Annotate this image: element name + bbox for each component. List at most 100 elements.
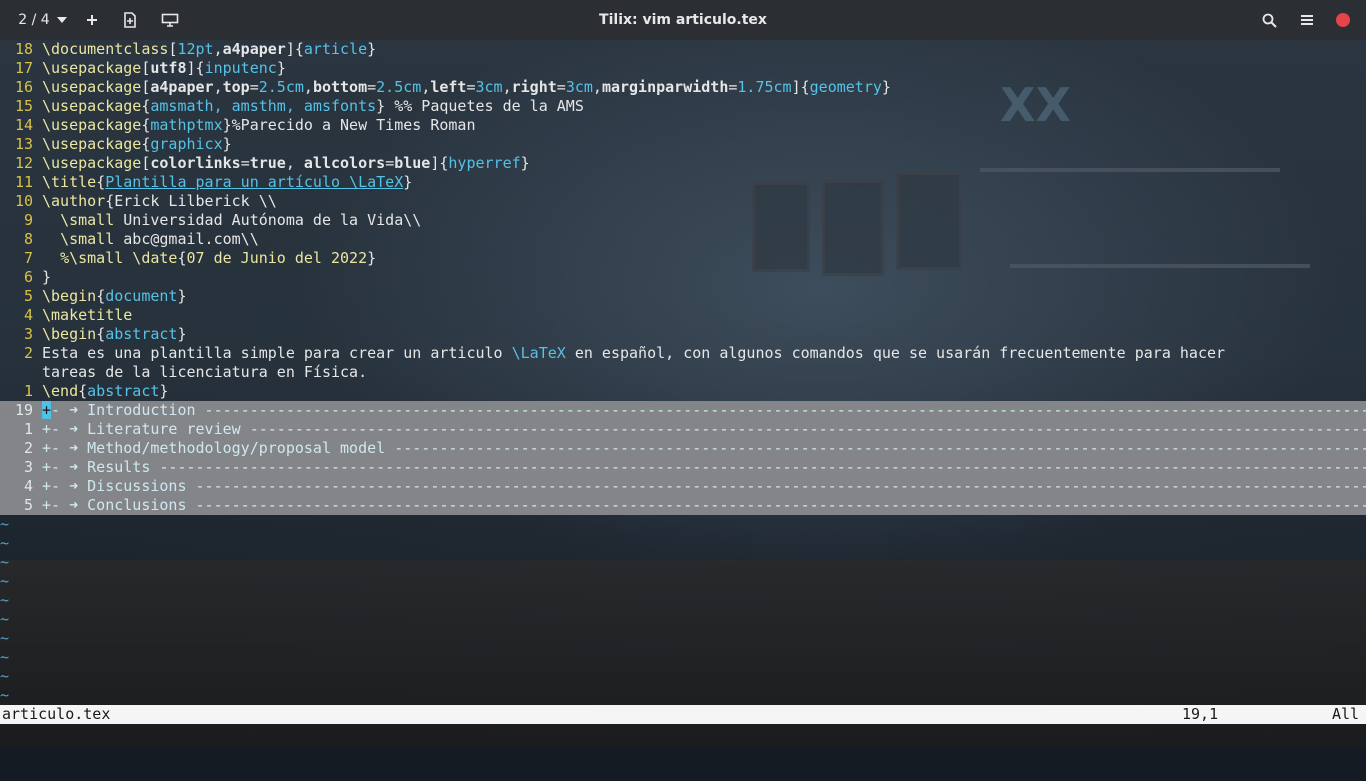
code-token: abc@gmail.com\\ [114,230,259,248]
code-line[interactable]: 9 \small Universidad Autónoma de la Vida… [0,211,1366,230]
code-line[interactable]: 1\end{abstract} [0,382,1366,401]
fold-fill: ----------------------------------------… [187,496,1366,514]
code-token: { [78,382,87,400]
code-token: ]{ [286,40,304,58]
code-line[interactable]: 15\usepackage{amsmath, amsthm, amsfonts}… [0,97,1366,116]
code-token: bottom [313,78,367,96]
spacer [60,496,69,514]
menu-button[interactable] [1289,0,1325,40]
code-line[interactable]: 14\usepackage{mathptmx}%Parecido a New T… [0,116,1366,135]
code-token: , [421,78,430,96]
vim-editor[interactable]: 18\documentclass[12pt,a4paper]{article}1… [0,40,1366,705]
code-line[interactable]: 17\usepackage[utf8]{inputenc} [0,59,1366,78]
code-token: , [304,78,313,96]
line-number: 1 [0,382,33,401]
code-token: graphicx [150,135,222,153]
fold-line[interactable]: 2+- ➜ Method/methodology/proposal model … [0,439,1366,458]
code-line[interactable]: 11\title{Plantilla para un artículo \LaT… [0,173,1366,192]
spacer [60,420,69,438]
spacer [78,477,87,495]
code-token: 3cm [566,78,593,96]
close-window-button[interactable] [1325,0,1361,40]
fold-line[interactable]: 1+- ➜ Literature review ----------------… [0,420,1366,439]
code-token: 1.75cm [737,78,791,96]
code-line[interactable]: 13\usepackage{graphicx} [0,135,1366,154]
fold-marker: +- [42,458,60,476]
spacer [60,439,69,457]
code-token: article [304,40,367,58]
code-token: left [430,78,466,96]
code-line[interactable]: 4 \maketitle [0,306,1366,325]
empty-buffer-line: ~ [0,610,1366,629]
code-token: 2.5cm [376,78,421,96]
code-token: { [96,173,105,191]
code-line[interactable]: 3\begin{abstract} [0,325,1366,344]
fold-line[interactable]: 4+- ➜ Discussions ----------------------… [0,477,1366,496]
arrow-icon: ➜ [69,477,78,495]
code-line[interactable]: tareas de la licenciatura en Física. [0,363,1366,382]
line-number: 6 [0,268,33,287]
fold-fill: ----------------------------------------… [150,458,1366,476]
fold-marker: +- [42,420,60,438]
code-token: } %% Paquetes de la AMS [376,97,584,115]
code-token: 3cm [476,78,503,96]
search-icon [1262,13,1277,28]
line-number: 3 [0,325,33,344]
empty-buffer-line: ~ [0,648,1366,667]
code-token: } [403,173,412,191]
code-line[interactable]: 12\usepackage[colorlinks=true, allcolors… [0,154,1366,173]
code-token: utf8 [150,59,186,77]
code-line[interactable]: 8 \small abc@gmail.com\\ [0,230,1366,249]
code-token: { [96,287,105,305]
find-button[interactable] [1251,0,1287,40]
code-line[interactable]: 2Esta es una plantilla simple para crear… [0,344,1366,363]
sync-icon [161,13,179,27]
line-number: 13 [0,135,33,154]
code-line[interactable]: 18\documentclass[12pt,a4paper]{article} [0,40,1366,59]
fold-fill: ----------------------------------------… [196,401,1366,419]
close-icon [1336,13,1350,27]
code-token: } [223,135,232,153]
code-token: \LaTeX [512,344,566,362]
fold-line[interactable]: 5+- ➜ Conclusions ----------------------… [0,496,1366,515]
sync-input-button[interactable] [152,0,188,40]
code-line[interactable]: 7 %\small \date{07 de Junio del 2022} [0,249,1366,268]
fold-line[interactable]: 19+- ➜ Introduction --------------------… [0,401,1366,420]
code-token: {Erick Lilberick \\ [105,192,277,210]
line-number: 8 [0,230,33,249]
new-session-button[interactable] [112,0,148,40]
code-token: abstract [105,325,177,343]
line-number: 12 [0,154,33,173]
line-number: 11 [0,173,33,192]
add-session-button[interactable] [74,0,110,40]
empty-buffer-line: ~ [0,686,1366,705]
fold-fill: ----------------------------------------… [241,420,1366,438]
empty-buffer-line: ~ [0,553,1366,572]
spacer [60,477,69,495]
code-token: \maketitle [42,306,132,324]
arrow-icon: ➜ [69,458,78,476]
status-filename: articulo.tex [2,705,110,724]
fold-line[interactable]: 3+- ➜ Results --------------------------… [0,458,1366,477]
code-line[interactable]: 16\usepackage[a4paper,top=2.5cm,bottom=2… [0,78,1366,97]
code-line[interactable]: 6} [0,268,1366,287]
code-token: a4paper [150,78,213,96]
code-line[interactable]: 5\begin{document} [0,287,1366,306]
code-token: { [96,325,105,343]
code-token: } [367,249,376,267]
code-token: ]{ [792,78,810,96]
code-token: blue [394,154,430,172]
fold-marker: +- [42,477,60,495]
plus-icon [86,14,98,26]
code-token: top [223,78,250,96]
window-title: Tilix: vim articulo.tex [0,0,1366,40]
code-token: colorlinks [150,154,240,172]
code-token: 07 de Junio del 2022 [187,249,368,267]
code-line[interactable]: 10\author{Erick Lilberick \\ [0,192,1366,211]
code-token [42,211,60,229]
line-number: 18 [0,40,33,59]
line-number: 4 [0,306,33,325]
code-token: abstract [87,382,159,400]
code-token: ]{ [430,154,448,172]
session-switcher[interactable]: 2 / 4 [12,0,74,40]
